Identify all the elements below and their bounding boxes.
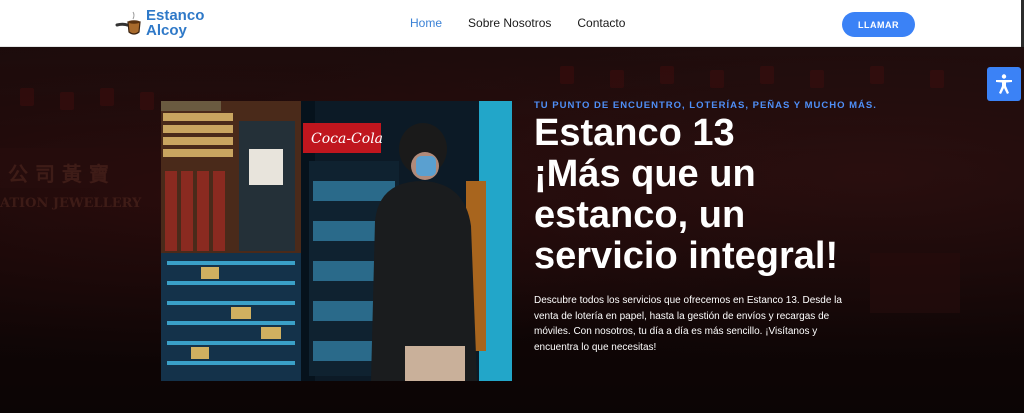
hero-eyebrow: TU PUNTO DE ENCUENTRO, LOTERÍAS, PEÑAS Y…: [534, 100, 877, 111]
main-nav: Home Sobre Nosotros Contacto: [410, 16, 651, 30]
call-button[interactable]: LLAMAR: [842, 12, 915, 37]
store-photo: Coca-Cola: [161, 101, 512, 381]
accessibility-button[interactable]: [987, 67, 1021, 101]
nav-sobre-nosotros[interactable]: Sobre Nosotros: [468, 16, 551, 30]
accessibility-icon: [996, 74, 1012, 94]
headline-line: Estanco 13: [534, 112, 735, 154]
headline-line: ¡Más que un: [534, 153, 756, 195]
headline-line: servicio integral!: [534, 235, 839, 277]
logo[interactable]: Estanco Alcoy: [114, 8, 204, 38]
coca-cola-sign: Coca-Cola: [311, 131, 383, 147]
logo-line1: Estanco: [146, 7, 205, 24]
logo-line2: Alcoy: [146, 22, 187, 39]
hero-description: Descubre todos los servicios que ofrecem…: [534, 295, 842, 353]
nav-home[interactable]: Home: [410, 16, 442, 30]
pipe-icon: [115, 11, 141, 35]
site-header: Estanco Alcoy Home Sobre Nosotros Contac…: [0, 0, 1024, 47]
nav-contacto[interactable]: Contacto: [577, 16, 625, 30]
headline-line: estanco, un: [534, 194, 746, 236]
hero-headline: Estanco 13 ¡Más que un estanco, un servi…: [534, 113, 864, 277]
